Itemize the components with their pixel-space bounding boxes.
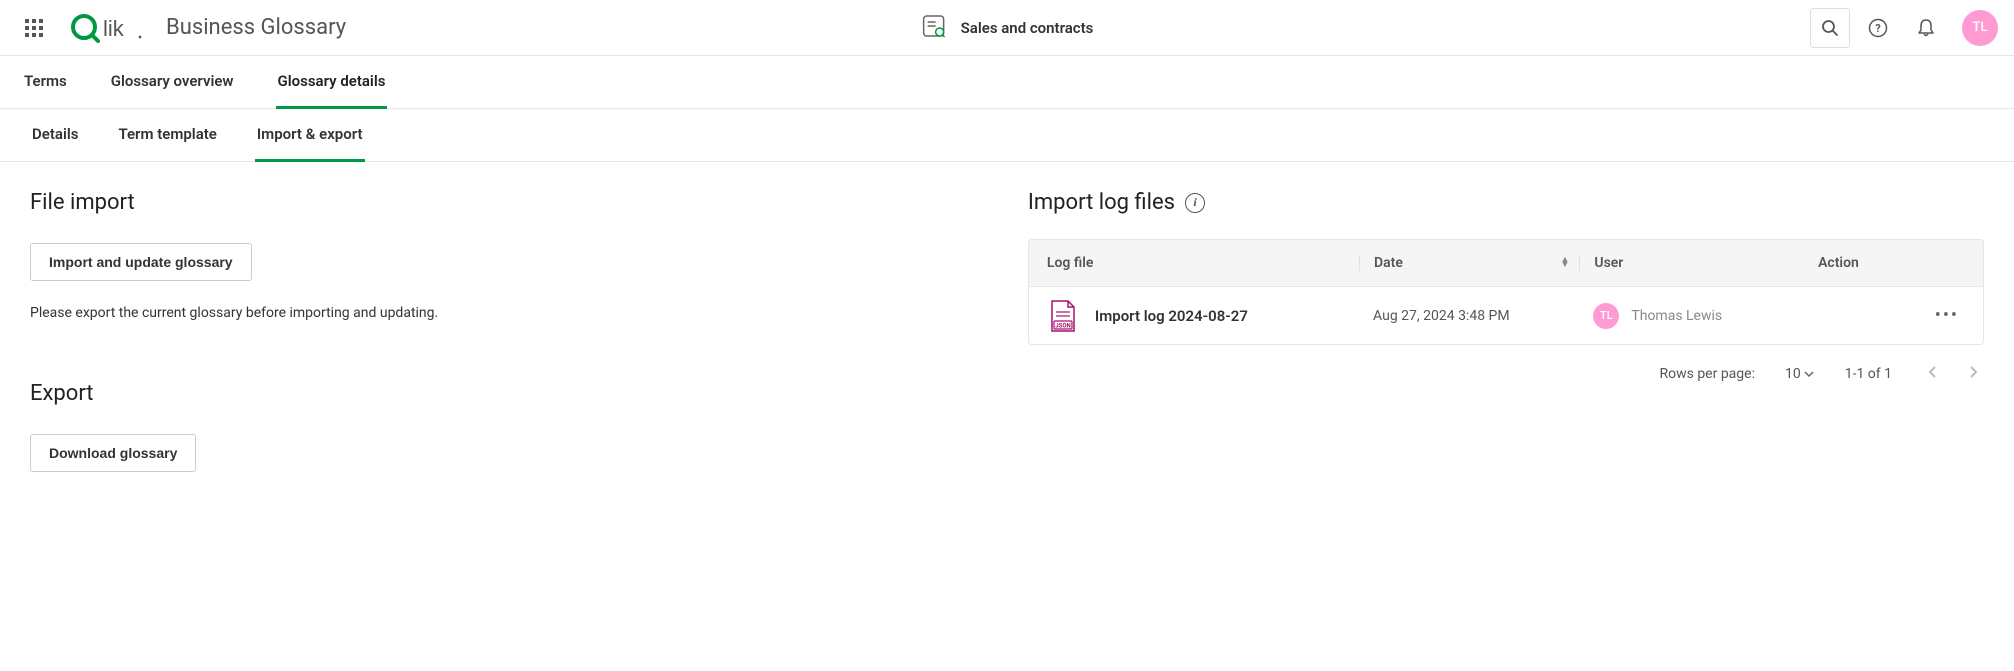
subtab-term-template[interactable]: Term template: [116, 109, 218, 162]
primary-tabs: Terms Glossary overview Glossary details: [0, 56, 2014, 109]
tab-terms[interactable]: Terms: [22, 56, 69, 109]
row-user-name: Thomas Lewis: [1631, 308, 1722, 324]
svg-text:?: ?: [1875, 22, 1881, 35]
row-action-cell: •••: [1818, 305, 1965, 326]
column-header-action: Action: [1818, 255, 1965, 271]
pager-next-button[interactable]: [1962, 361, 1984, 387]
help-button[interactable]: ?: [1858, 8, 1898, 48]
row-logfile-cell: JSON Import log 2024-08-27: [1047, 299, 1359, 333]
user-avatar[interactable]: TL: [1962, 10, 1998, 46]
file-import-title: File import: [30, 190, 968, 215]
bell-icon: [1917, 18, 1935, 38]
pager: Rows per page: 10 1-1 of 1: [1028, 361, 1984, 387]
export-title: Export: [30, 381, 968, 406]
subtab-import-export[interactable]: Import & export: [255, 109, 365, 162]
context-name: Sales and contracts: [961, 19, 1094, 37]
chevron-down-icon: [1803, 368, 1815, 380]
column-header-date-label: Date: [1374, 255, 1403, 271]
topbar: lik Business Glossary Sales and contract…: [0, 0, 2014, 56]
qlik-logo[interactable]: lik: [70, 13, 148, 43]
table-header: Log file Date ▲▼ User Action: [1028, 239, 1984, 287]
left-column: File import Import and update glossary P…: [30, 190, 968, 472]
import-update-glossary-button[interactable]: Import and update glossary: [30, 243, 252, 281]
app-title: Business Glossary: [166, 15, 346, 40]
right-column: Import log files i Log file Date ▲▼ User…: [1028, 190, 1984, 472]
notifications-button[interactable]: [1906, 8, 1946, 48]
row-logfile-name: Import log 2024-08-27: [1095, 307, 1248, 325]
column-header-date[interactable]: Date ▲▼: [1359, 255, 1579, 271]
chevron-right-icon: [1966, 365, 1980, 379]
row-user-avatar: TL: [1593, 303, 1619, 329]
rows-per-page-label: Rows per page:: [1659, 366, 1754, 382]
column-header-logfile[interactable]: Log file: [1047, 255, 1359, 271]
help-icon: ?: [1868, 18, 1888, 38]
rows-per-page-select[interactable]: 10: [1785, 366, 1815, 382]
chevron-left-icon: [1926, 365, 1940, 379]
pager-range: 1-1 of 1: [1845, 366, 1892, 382]
import-log-files-label: Import log files: [1028, 190, 1175, 215]
content-area: File import Import and update glossary P…: [0, 162, 2014, 500]
sort-arrows-icon: ▲▼: [1560, 258, 1569, 268]
subtab-details[interactable]: Details: [30, 109, 80, 162]
secondary-tabs: Details Term template Import & export: [0, 109, 2014, 162]
download-glossary-button[interactable]: Download glossary: [30, 434, 196, 472]
pager-prev-button[interactable]: [1922, 361, 1944, 387]
column-header-user[interactable]: User: [1579, 255, 1818, 271]
row-user-cell: TL Thomas Lewis: [1579, 303, 1818, 329]
tab-glossary-overview[interactable]: Glossary overview: [109, 56, 236, 109]
import-help-text: Please export the current glossary befor…: [30, 305, 968, 321]
tab-glossary-details[interactable]: Glossary details: [276, 56, 388, 109]
search-button[interactable]: [1810, 8, 1850, 48]
row-date-cell: Aug 27, 2024 3:48 PM: [1359, 308, 1579, 324]
context-selector[interactable]: Sales and contracts: [921, 0, 1094, 56]
more-actions-button[interactable]: •••: [1929, 299, 1965, 332]
info-icon[interactable]: i: [1185, 193, 1205, 213]
svg-text:lik: lik: [103, 16, 125, 41]
table-row[interactable]: JSON Import log 2024-08-27 Aug 27, 2024 …: [1028, 287, 1984, 345]
rows-per-page-value: 10: [1785, 366, 1801, 382]
log-table: Log file Date ▲▼ User Action: [1028, 239, 1984, 345]
search-icon: [1821, 19, 1839, 37]
json-file-icon: JSON: [1047, 299, 1079, 333]
import-log-files-title: Import log files i: [1028, 190, 1984, 215]
glossary-context-icon: [921, 13, 947, 43]
apps-launcher-icon[interactable]: [16, 10, 52, 46]
svg-text:JSON: JSON: [1055, 322, 1070, 329]
